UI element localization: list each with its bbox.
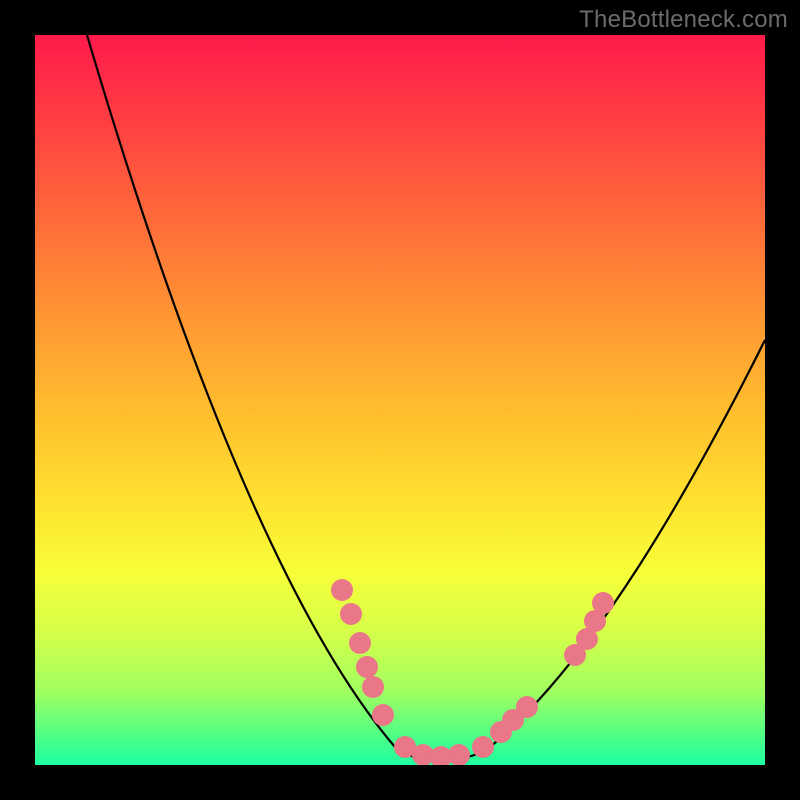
chart-frame: TheBottleneck.com bbox=[0, 0, 800, 800]
watermark-text: TheBottleneck.com bbox=[579, 6, 788, 34]
gradient-plot-area bbox=[35, 35, 765, 765]
